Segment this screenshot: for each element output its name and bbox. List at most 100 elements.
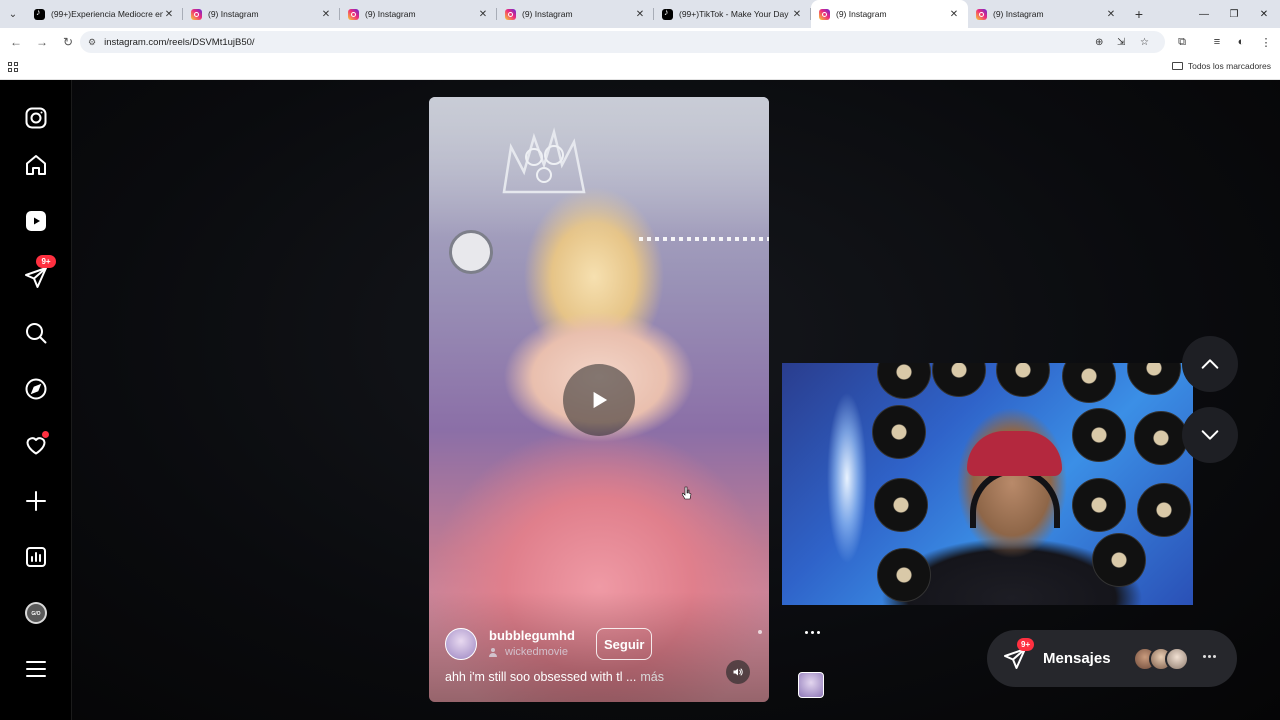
profile-icon[interactable]: ◐ bbox=[1230, 31, 1252, 53]
back-arrow-icon[interactable]: ← bbox=[4, 30, 28, 54]
person-icon bbox=[489, 647, 497, 657]
forward-arrow-icon[interactable]: → bbox=[30, 30, 54, 54]
chevron-down-icon bbox=[1201, 430, 1219, 440]
more-options-button[interactable] bbox=[800, 624, 824, 640]
tiktok-icon bbox=[662, 7, 673, 20]
tab-title: (9) Instagram bbox=[993, 9, 1044, 19]
mouse-cursor-icon bbox=[682, 486, 692, 500]
reels-page: 9+ G/O bubblegumhd wickedmovie Seguir ah… bbox=[0, 80, 1280, 720]
close-window-icon[interactable]: ✕ bbox=[1248, 0, 1280, 28]
messages-icon[interactable]: 9+ bbox=[22, 255, 56, 291]
explore-icon[interactable] bbox=[22, 375, 50, 403]
folder-icon bbox=[1171, 62, 1183, 70]
media-controls-icon[interactable]: ≡ bbox=[1206, 31, 1228, 53]
tab-title: (9) Instagram bbox=[522, 9, 573, 19]
tab-close-icon[interactable]: ✕ bbox=[477, 9, 489, 20]
zoom-icon[interactable]: ⊕ bbox=[1095, 31, 1103, 53]
chevron-up-icon bbox=[1201, 359, 1219, 369]
tab-close-icon[interactable]: ✕ bbox=[1105, 9, 1117, 20]
caption-more-link[interactable]: más bbox=[640, 670, 664, 684]
tab-close-icon[interactable]: ✕ bbox=[163, 9, 175, 20]
next-reel-button[interactable] bbox=[1182, 407, 1238, 463]
tab-close-icon[interactable]: ✕ bbox=[634, 9, 646, 20]
streamer-webcam-overlay bbox=[782, 363, 1193, 605]
direct-message-icon: 9+ bbox=[1003, 637, 1035, 672]
string-lights bbox=[639, 237, 769, 241]
messages-bar[interactable]: 9+ Mensajes bbox=[987, 630, 1237, 687]
original-audio-thumbnail[interactable] bbox=[798, 672, 824, 698]
profile-avatar[interactable]: G/O bbox=[22, 599, 50, 627]
contact-avatar bbox=[1165, 647, 1189, 671]
follow-button[interactable]: Seguir bbox=[596, 628, 653, 660]
dashboard-icon[interactable] bbox=[22, 543, 50, 571]
minimize-icon[interactable]: — bbox=[1188, 0, 1220, 28]
tab-title: (9) Instagram bbox=[208, 9, 259, 19]
audio-name: wickedmovie bbox=[505, 646, 568, 658]
restore-icon[interactable]: ❐ bbox=[1218, 0, 1250, 28]
tab-title: (9) Instagram bbox=[836, 9, 887, 19]
reel-caption: ahh i'm still soo obsessed with tl ... má… bbox=[445, 670, 664, 684]
messages-badge: 9+ bbox=[36, 255, 56, 268]
browser-menu-icon[interactable]: ⋮ bbox=[1255, 31, 1277, 53]
url-text: instagram.com/reels/DSVMt1ujB50/ bbox=[104, 36, 255, 48]
author-username[interactable]: bubblegumhd bbox=[489, 628, 575, 643]
messages-count-badge: 9+ bbox=[1017, 637, 1035, 651]
search-icon[interactable] bbox=[22, 319, 50, 347]
notifications-icon[interactable] bbox=[22, 431, 50, 459]
crown-shape bbox=[502, 127, 586, 194]
home-icon[interactable] bbox=[22, 151, 50, 179]
apps-grid-icon[interactable] bbox=[8, 62, 18, 72]
tab-5-active[interactable]: (9) Instagram ✕ bbox=[811, 0, 968, 28]
reload-icon[interactable]: ↻ bbox=[56, 30, 80, 54]
instagram-logo-icon[interactable] bbox=[22, 104, 50, 132]
menu-icon[interactable] bbox=[22, 655, 50, 683]
tab-0[interactable]: (99+)Experiencia Mediocre en d ✕ bbox=[26, 0, 183, 28]
tab-close-icon[interactable]: ✕ bbox=[948, 9, 960, 20]
site-settings-icon[interactable]: ⚙ bbox=[88, 37, 96, 48]
new-tab-button[interactable]: + bbox=[1125, 0, 1153, 28]
svg-text:G/O: G/O bbox=[31, 611, 40, 617]
tab-close-icon[interactable]: ✕ bbox=[791, 9, 803, 20]
tab-title: (99+)TikTok - Make Your Day bbox=[679, 9, 789, 19]
wall-clock bbox=[449, 230, 493, 274]
bookmark-star-icon[interactable]: ☆ bbox=[1140, 31, 1149, 53]
instagram-icon bbox=[505, 8, 516, 20]
instagram-icon bbox=[976, 8, 987, 20]
tab-4[interactable]: (99+)TikTok - Make Your Day ✕ bbox=[654, 0, 811, 28]
recent-contacts-avatars bbox=[1133, 647, 1189, 671]
messages-label: Mensajes bbox=[1043, 650, 1111, 667]
browser-toolbar: ← → ↻ ⚙ instagram.com/reels/DSVMt1ujB50/… bbox=[0, 28, 1280, 56]
tab-title: (9) Instagram bbox=[365, 9, 416, 19]
tab-title: (99+)Experiencia Mediocre en d bbox=[51, 9, 163, 19]
create-icon[interactable] bbox=[22, 487, 50, 515]
play-icon bbox=[593, 391, 608, 409]
play-button[interactable] bbox=[563, 364, 635, 436]
all-bookmarks-button[interactable]: Todos los marcadores bbox=[1171, 61, 1271, 71]
tab-3[interactable]: (9) Instagram ✕ bbox=[497, 0, 654, 28]
audio-link[interactable]: wickedmovie bbox=[489, 646, 568, 658]
instagram-icon bbox=[348, 8, 359, 20]
bookmarks-bar: Todos los marcadores bbox=[0, 56, 1280, 80]
instagram-icon bbox=[191, 8, 202, 20]
tab-1[interactable]: (9) Instagram ✕ bbox=[183, 0, 340, 28]
tab-close-icon[interactable]: ✕ bbox=[320, 9, 332, 20]
caption-text: ahh i'm still soo obsessed with tl ... bbox=[445, 670, 637, 684]
previous-reel-button[interactable] bbox=[1182, 336, 1238, 392]
tab-bar: ⌄ (99+)Experiencia Mediocre en d ✕ (9) I… bbox=[0, 0, 1280, 28]
mute-button[interactable] bbox=[726, 660, 750, 684]
address-bar[interactable]: ⚙ instagram.com/reels/DSVMt1ujB50/ ⊕ ⇲ ☆ bbox=[80, 31, 1165, 53]
sidebar-nav: 9+ G/O bbox=[0, 80, 72, 720]
tab-2[interactable]: (9) Instagram ✕ bbox=[340, 0, 497, 28]
tab-search-button[interactable]: ⌄ bbox=[0, 0, 26, 28]
speaker-icon bbox=[733, 668, 743, 676]
tiktok-icon bbox=[34, 7, 45, 20]
all-bookmarks-label: Todos los marcadores bbox=[1187, 61, 1271, 71]
install-app-icon[interactable]: ⇲ bbox=[1117, 31, 1125, 53]
reels-icon[interactable] bbox=[22, 207, 50, 235]
tab-6[interactable]: (9) Instagram ✕ bbox=[968, 0, 1125, 28]
reel-video[interactable]: bubblegumhd wickedmovie Seguir ahh i'm s… bbox=[429, 97, 769, 702]
notifications-dot bbox=[42, 431, 49, 438]
author-avatar[interactable] bbox=[445, 628, 477, 660]
instagram-icon bbox=[819, 8, 830, 20]
extensions-icon[interactable]: ⧉ bbox=[1171, 31, 1193, 53]
